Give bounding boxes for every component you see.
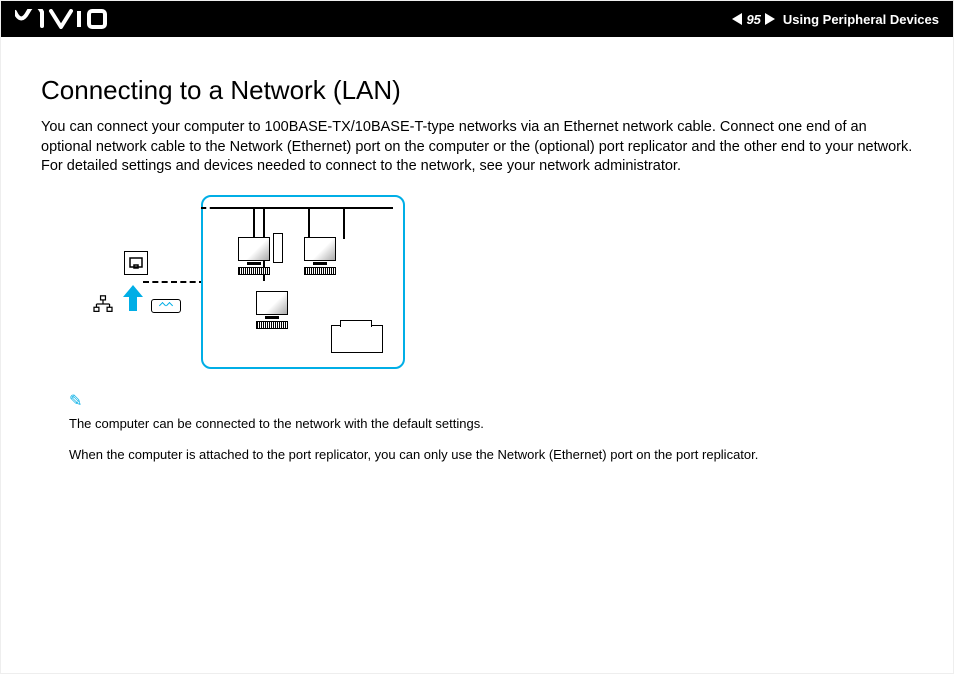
up-arrow-icon: [121, 283, 145, 313]
page-number: 95: [746, 12, 760, 27]
note-text-1: The computer can be connected to the net…: [41, 415, 913, 433]
header-bar: 95 Using Peripheral Devices: [1, 1, 953, 37]
note-pencil-icon: ✎: [69, 393, 82, 410]
page-navigation: 95: [732, 12, 774, 27]
cable-dash-icon: [143, 281, 205, 283]
note-text-2: When the computer is attached to the por…: [41, 446, 913, 464]
body-text: You can connect your computer to 100BASE…: [41, 118, 913, 177]
page-content: Connecting to a Network (LAN) You can co…: [1, 37, 953, 498]
vaio-logo: [15, 9, 107, 29]
connector-icon: [151, 299, 181, 313]
workstation-icon: [233, 237, 275, 275]
section-title: Using Peripheral Devices: [783, 12, 939, 27]
printer-icon: [331, 325, 383, 353]
workstation-icon: [251, 291, 293, 329]
prev-page-icon[interactable]: [732, 13, 742, 25]
lan-topology-box: [201, 195, 405, 369]
ethernet-port-icon: [124, 251, 148, 275]
network-diagram: [91, 195, 913, 369]
workstation-icon: [299, 237, 341, 275]
next-page-icon[interactable]: [765, 13, 775, 25]
page-title: Connecting to a Network (LAN): [41, 75, 913, 106]
lan-tree-icon: [91, 295, 115, 313]
